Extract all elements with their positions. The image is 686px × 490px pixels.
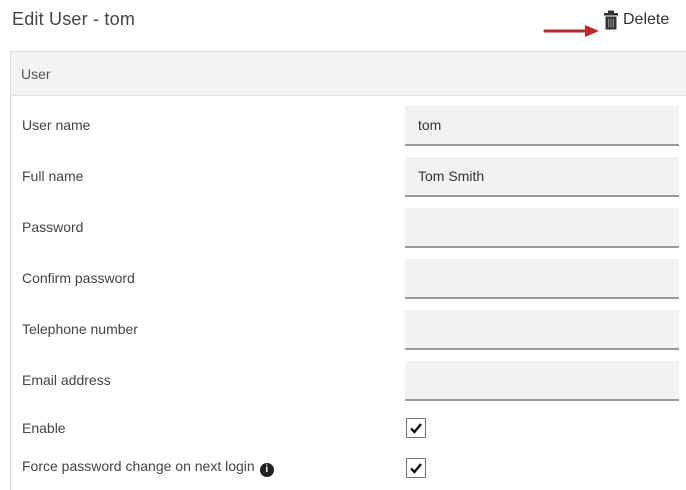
page-title: Edit User - tom [12,9,136,29]
panel-heading: User [11,52,686,96]
enable-checkbox[interactable] [406,418,426,438]
full-name-field[interactable] [405,157,679,197]
full-name-label: Full name [22,168,84,184]
force-password-change-checkbox[interactable] [406,458,426,478]
confirm-password-label: Confirm password [22,270,135,286]
telephone-label: Telephone number [22,321,138,337]
user-name-field[interactable] [405,106,679,146]
confirm-password-input[interactable] [405,259,679,297]
telephone-input[interactable] [405,310,679,348]
force-password-change-text: Force password change on next login [22,458,255,474]
trash-icon [604,10,618,30]
full-name-input[interactable] [405,157,679,195]
info-icon[interactable]: i [259,463,274,477]
user-name-label: User name [22,117,91,133]
telephone-field[interactable] [405,310,679,350]
delete-button[interactable]: Delete [603,8,669,32]
arrow-right-icon [543,25,599,37]
email-label: Email address [22,372,111,388]
password-input[interactable] [405,208,679,246]
delete-label: Delete [623,11,670,28]
checkmark-icon [410,463,422,474]
page-header: Edit User - tom Delete [0,0,686,46]
confirm-password-field[interactable] [405,259,679,299]
checkmark-icon [410,423,422,434]
force-password-change-label: Force password change on next login i [22,458,274,477]
user-name-input[interactable] [405,106,679,144]
password-field[interactable] [405,208,679,248]
email-input[interactable] [405,361,679,399]
enable-label: Enable [22,420,66,436]
email-field[interactable] [405,361,679,401]
section-title: User [21,65,51,82]
password-label: Password [22,219,84,235]
